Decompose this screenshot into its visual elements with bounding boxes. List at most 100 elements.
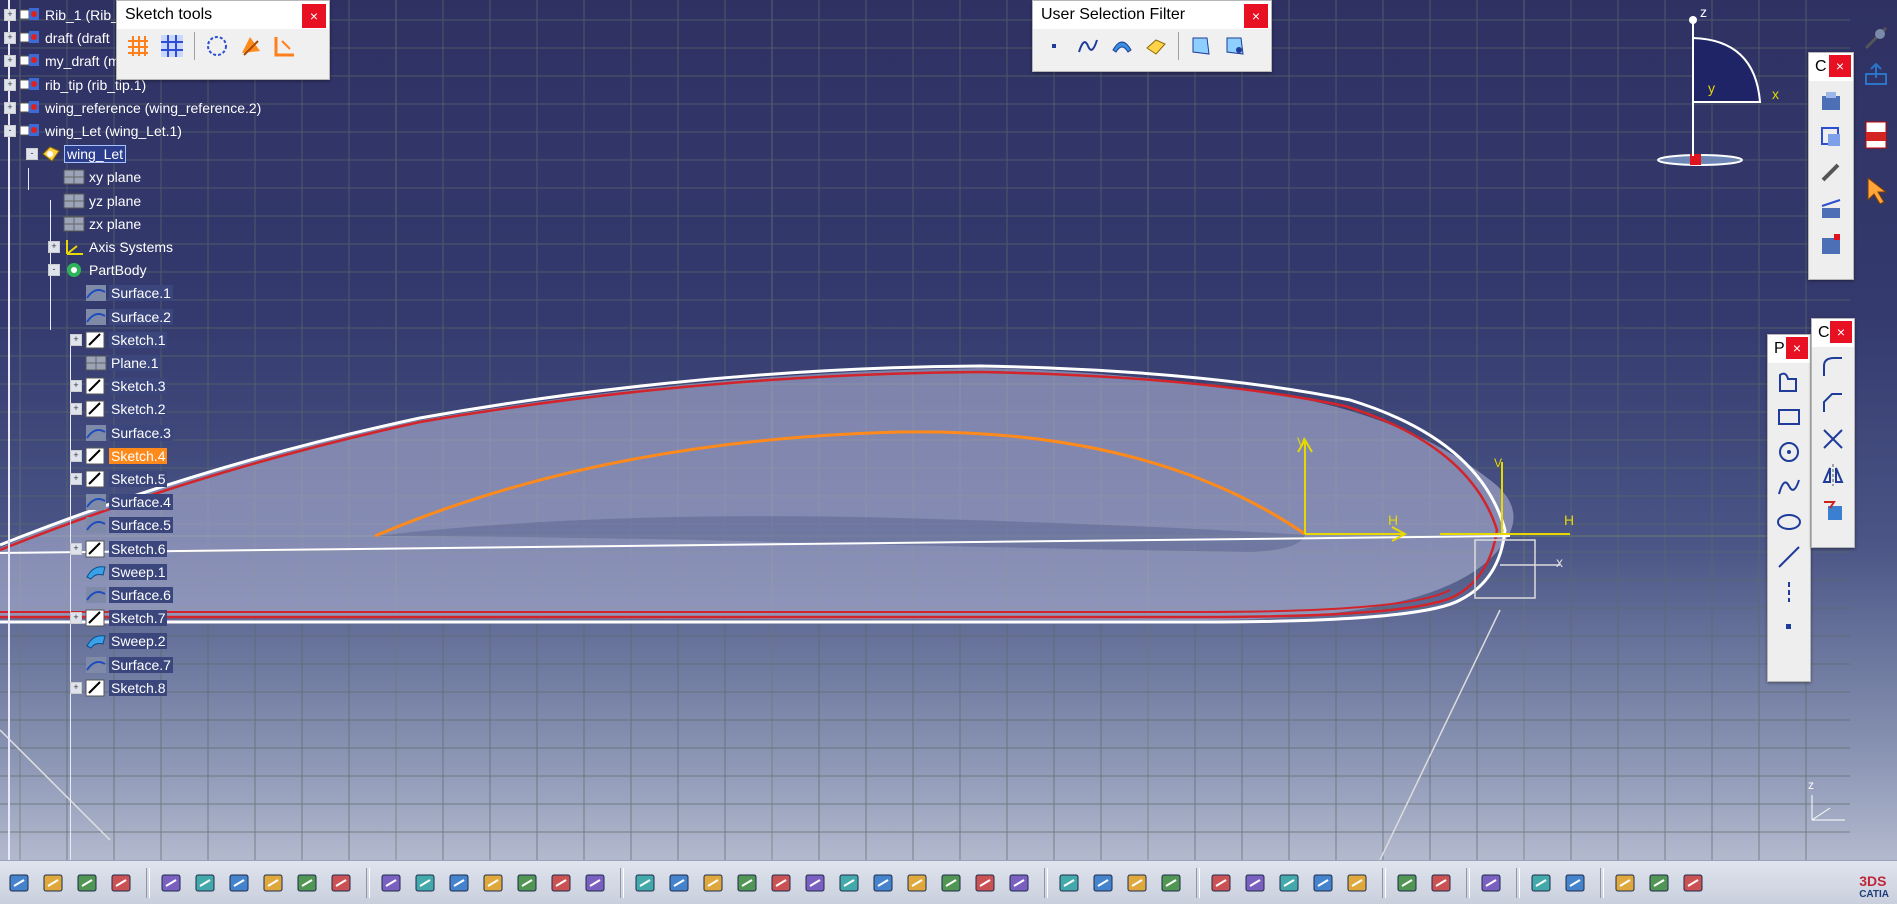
grid-icon[interactable]: [123, 31, 153, 61]
print-icon[interactable]: [106, 868, 136, 898]
volume-filter-icon[interactable]: [1141, 31, 1171, 61]
trim-icon[interactable]: [1817, 423, 1849, 455]
multi-view-icon[interactable]: [868, 868, 898, 898]
tree-node[interactable]: Surface.6: [70, 584, 173, 606]
comment-icon[interactable]: [410, 868, 440, 898]
profile-icon[interactable]: [1773, 366, 1805, 398]
tree-node[interactable]: + wing_reference (wing_reference.2): [4, 97, 263, 119]
open-icon[interactable]: [38, 868, 68, 898]
feature-element-filter-icon[interactable]: [1186, 31, 1216, 61]
sketch-tools-panel[interactable]: Sketch tools ×: [116, 0, 330, 80]
exit-workbench-icon[interactable]: [1862, 24, 1890, 52]
fly-icon[interactable]: [630, 868, 660, 898]
table-icon[interactable]: [478, 868, 508, 898]
output-feature-icon[interactable]: [1610, 868, 1640, 898]
iso-view-icon[interactable]: [902, 868, 932, 898]
copy-icon[interactable]: [190, 868, 220, 898]
tree-expand-button[interactable]: +: [70, 681, 82, 694]
diagnosis-icon[interactable]: [1342, 868, 1372, 898]
tree-collapse-button[interactable]: -: [48, 264, 60, 277]
sketch-analysis-icon[interactable]: [1274, 868, 1304, 898]
knowledge-icon[interactable]: [444, 868, 474, 898]
measure-item-icon[interactable]: [1426, 868, 1456, 898]
tree-node[interactable]: + Sketch.5: [70, 468, 168, 490]
tree-node[interactable]: Surface.2: [70, 306, 173, 328]
auto-constraint-icon[interactable]: [1815, 193, 1847, 225]
pdf-icon[interactable]: [1862, 120, 1890, 150]
snap-to-point-icon[interactable]: [157, 31, 187, 61]
tree-node[interactable]: yz plane: [48, 190, 143, 212]
share-icon[interactable]: [1862, 60, 1890, 88]
tree-node[interactable]: Surface.4: [70, 491, 173, 513]
catia-logo[interactable]: 3DS CATIA: [1859, 873, 1889, 900]
rectangle-icon[interactable]: [1773, 401, 1805, 433]
sketch-tools-close-button[interactable]: ×: [302, 4, 326, 28]
axis-icon[interactable]: [1773, 576, 1805, 608]
operation-toolbar-close-button[interactable]: ×: [1830, 321, 1852, 343]
fix-icon[interactable]: [1815, 157, 1847, 189]
tree-expand-button[interactable]: +: [70, 612, 82, 625]
tree-node[interactable]: + draft (draft: [4, 27, 112, 49]
ellipse-icon[interactable]: [1773, 506, 1805, 538]
measure-icon[interactable]: [1392, 868, 1422, 898]
tree-node[interactable]: - wing_Let (wing_Let.1): [4, 120, 184, 142]
list-icon[interactable]: [1240, 868, 1270, 898]
profile-feature-icon[interactable]: [1644, 868, 1674, 898]
analysis-icon[interactable]: [1054, 868, 1084, 898]
tree-node[interactable]: + Sketch.1: [70, 329, 168, 351]
tree-expand-button[interactable]: +: [48, 241, 60, 253]
point-icon[interactable]: [1773, 611, 1805, 643]
tree-icon[interactable]: [512, 868, 542, 898]
tree-expand-button[interactable]: +: [70, 380, 82, 393]
animate-constraint-icon[interactable]: [1815, 229, 1847, 261]
user-selection-filter-panel[interactable]: User Selection Filter ×: [1032, 0, 1272, 72]
selection-filter-close-button[interactable]: ×: [1244, 4, 1268, 28]
tree-node[interactable]: + Sketch.8: [70, 677, 168, 699]
point-filter-icon[interactable]: [1039, 31, 1069, 61]
tree-node[interactable]: Surface.3: [70, 422, 173, 444]
shading-icon[interactable]: [936, 868, 966, 898]
tree-expand-button[interactable]: +: [4, 32, 16, 45]
constraint-toolbar-panel[interactable]: C ×: [1808, 52, 1854, 280]
tree-node[interactable]: zx plane: [48, 213, 143, 235]
select-cursor-icon[interactable]: [1864, 176, 1890, 206]
tree-node[interactable]: + Sketch.6: [70, 538, 168, 560]
tree-node[interactable]: Sweep.1: [70, 561, 168, 583]
chamfer-icon[interactable]: [1817, 387, 1849, 419]
tree-node[interactable]: - wing_Let: [26, 143, 127, 165]
tree-node[interactable]: + Sketch.4: [70, 445, 168, 467]
corner-icon[interactable]: [1817, 351, 1849, 383]
mirror-icon[interactable]: [1817, 459, 1849, 491]
project-3d-icon[interactable]: [1817, 495, 1849, 527]
render-icon[interactable]: [1088, 868, 1118, 898]
profile-toolbar-panel[interactable]: P ×: [1767, 334, 1811, 682]
tree-expand-button[interactable]: +: [70, 542, 82, 555]
tree-collapse-button[interactable]: -: [4, 125, 16, 137]
tree-collapse-button[interactable]: -: [26, 148, 38, 161]
circle-icon[interactable]: [1773, 436, 1805, 468]
3d-grid-icon[interactable]: [1560, 868, 1590, 898]
contact-constraint-icon[interactable]: [1815, 121, 1847, 153]
lock-icon[interactable]: [546, 868, 576, 898]
paste-icon[interactable]: [224, 868, 254, 898]
save-icon[interactable]: [72, 868, 102, 898]
surface-filter-icon[interactable]: [1107, 31, 1137, 61]
new-icon[interactable]: [4, 868, 34, 898]
tree-expand-button[interactable]: +: [4, 78, 16, 91]
select-icon[interactable]: [1476, 868, 1506, 898]
normal-view-icon[interactable]: [834, 868, 864, 898]
operation-icon[interactable]: [1678, 868, 1708, 898]
pan-icon[interactable]: [698, 868, 728, 898]
tree-expand-button[interactable]: +: [70, 403, 82, 416]
specification-tree[interactable]: + Rib_1 (Rib_ + draft (draft + my_draft (my_d…: [0, 0, 330, 860]
construction-element-icon[interactable]: [202, 31, 232, 61]
redo-icon[interactable]: [292, 868, 322, 898]
constraint-toolbar-close-button[interactable]: ×: [1829, 55, 1851, 77]
dimensional-constraints-icon[interactable]: [270, 31, 300, 61]
spline-icon[interactable]: [1773, 471, 1805, 503]
gear-icon[interactable]: [1156, 868, 1186, 898]
curve-filter-icon[interactable]: [1073, 31, 1103, 61]
tree-expand-button[interactable]: +: [70, 473, 82, 485]
tree-node[interactable]: Surface.7: [70, 654, 173, 676]
param-icon[interactable]: [580, 868, 610, 898]
